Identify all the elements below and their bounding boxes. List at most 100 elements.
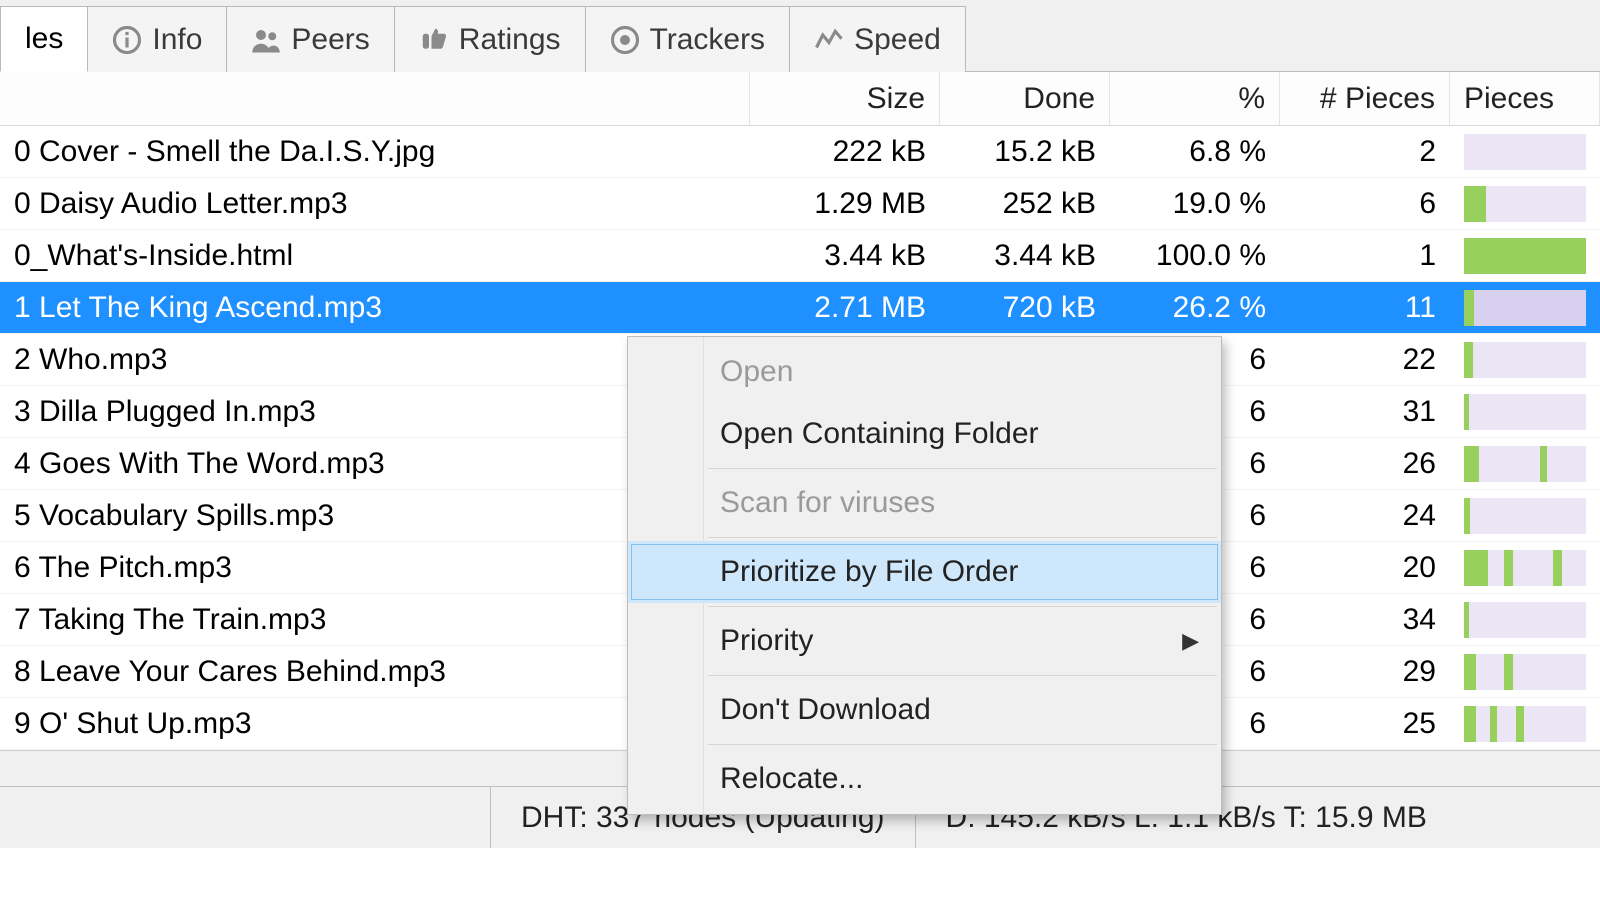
menu-separator <box>708 537 1217 538</box>
cell-npieces: 2 <box>1280 126 1450 177</box>
speed-icon <box>814 25 844 55</box>
cell-pieces <box>1450 178 1600 229</box>
cell-pieces <box>1450 698 1600 749</box>
cell-size: 3.44 kB <box>750 230 940 281</box>
pieces-bar <box>1464 238 1586 274</box>
tab-label: Speed <box>854 23 941 57</box>
pieces-bar <box>1464 394 1586 430</box>
cell-npieces: 1 <box>1280 230 1450 281</box>
col-size[interactable]: Size <box>750 72 940 125</box>
menu-item-label: Priority <box>720 624 813 658</box>
menu-separator <box>708 468 1217 469</box>
files-column-header: Size Done % # Pieces Pieces <box>0 72 1600 126</box>
tab-files[interactable]: les <box>0 6 88 72</box>
menu-item-don-t-download[interactable]: Don't Download <box>628 679 1221 741</box>
tab-label: Trackers <box>650 23 766 57</box>
menu-item-priority[interactable]: Priority ▶ <box>628 610 1221 672</box>
cell-npieces: 26 <box>1280 438 1450 489</box>
pieces-bar <box>1464 654 1586 690</box>
pieces-bar <box>1464 290 1586 326</box>
submenu-arrow-icon: ▶ <box>1182 628 1199 654</box>
tab-speed[interactable]: Speed <box>789 6 966 72</box>
menu-item-label: Prioritize by File Order <box>720 555 1018 589</box>
cell-name: 0_What's-Inside.html <box>0 230 750 281</box>
peers-icon <box>251 25 281 55</box>
ratings-icon <box>419 25 449 55</box>
menu-separator <box>708 606 1217 607</box>
table-row[interactable]: 1 Let The King Ascend.mp32.71 MB720 kB26… <box>0 282 1600 334</box>
pieces-bar <box>1464 498 1586 534</box>
cell-size: 2.71 MB <box>750 282 940 333</box>
cell-npieces: 6 <box>1280 178 1450 229</box>
cell-name: 0 Daisy Audio Letter.mp3 <box>0 178 750 229</box>
cell-done: 15.2 kB <box>940 126 1110 177</box>
menu-item-scan-for-viruses: Scan for viruses <box>628 472 1221 534</box>
menu-item-prioritize-by-file-order[interactable]: Prioritize by File Order <box>628 541 1221 603</box>
cell-pieces <box>1450 386 1600 437</box>
pieces-bar <box>1464 602 1586 638</box>
col-done[interactable]: Done <box>940 72 1110 125</box>
tab-info[interactable]: Info <box>87 6 227 72</box>
menu-item-relocate[interactable]: Relocate... <box>628 748 1221 810</box>
cell-npieces: 20 <box>1280 542 1450 593</box>
pieces-bar <box>1464 446 1586 482</box>
cell-pieces <box>1450 646 1600 697</box>
cell-percent: 100.0 % <box>1110 230 1280 281</box>
table-row[interactable]: 0_What's-Inside.html3.44 kB3.44 kB100.0 … <box>0 230 1600 282</box>
cell-pieces <box>1450 126 1600 177</box>
cell-percent: 19.0 % <box>1110 178 1280 229</box>
menu-item-label: Scan for viruses <box>720 486 935 520</box>
tab-peers[interactable]: Peers <box>226 6 394 72</box>
tab-label: Peers <box>291 23 369 57</box>
cell-npieces: 31 <box>1280 386 1450 437</box>
trackers-icon <box>610 25 640 55</box>
col-percent[interactable]: % <box>1110 72 1280 125</box>
info-icon <box>112 25 142 55</box>
tab-strip: les Info Peers Ratings Trackers Speed <box>0 0 1600 72</box>
cell-pieces <box>1450 542 1600 593</box>
menu-separator <box>708 744 1217 745</box>
cell-npieces: 34 <box>1280 594 1450 645</box>
menu-separator <box>708 675 1217 676</box>
pieces-bar <box>1464 342 1586 378</box>
tab-ratings[interactable]: Ratings <box>394 6 586 72</box>
cell-npieces: 11 <box>1280 282 1450 333</box>
cell-percent: 26.2 % <box>1110 282 1280 333</box>
menu-item-label: Open <box>720 355 793 389</box>
menu-item-open: Open <box>628 341 1221 403</box>
tab-label: Ratings <box>459 23 561 57</box>
cell-npieces: 29 <box>1280 646 1450 697</box>
col-pieces[interactable]: Pieces <box>1450 72 1600 125</box>
cell-percent: 6.8 % <box>1110 126 1280 177</box>
cell-npieces: 22 <box>1280 334 1450 385</box>
tab-label: les <box>25 22 63 56</box>
cell-done: 3.44 kB <box>940 230 1110 281</box>
tab-label: Info <box>152 23 202 57</box>
menu-item-label: Relocate... <box>720 762 863 796</box>
cell-done: 252 kB <box>940 178 1110 229</box>
menu-item-open-containing-folder[interactable]: Open Containing Folder <box>628 403 1221 465</box>
pieces-bar <box>1464 134 1586 170</box>
table-row[interactable]: 0 Daisy Audio Letter.mp31.29 MB252 kB19.… <box>0 178 1600 230</box>
cell-npieces: 24 <box>1280 490 1450 541</box>
cell-name: 0 Cover - Smell the Da.I.S.Y.jpg <box>0 126 750 177</box>
cell-size: 1.29 MB <box>750 178 940 229</box>
pieces-bar <box>1464 186 1586 222</box>
tab-trackers[interactable]: Trackers <box>585 6 791 72</box>
cell-size: 222 kB <box>750 126 940 177</box>
cell-pieces <box>1450 490 1600 541</box>
cell-pieces <box>1450 230 1600 281</box>
cell-pieces <box>1450 438 1600 489</box>
pieces-bar <box>1464 706 1586 742</box>
cell-pieces <box>1450 282 1600 333</box>
status-spacer <box>0 787 490 848</box>
table-row[interactable]: 0 Cover - Smell the Da.I.S.Y.jpg222 kB15… <box>0 126 1600 178</box>
menu-item-label: Open Containing Folder <box>720 417 1039 451</box>
cell-name: 1 Let The King Ascend.mp3 <box>0 282 750 333</box>
menu-item-label: Don't Download <box>720 693 931 727</box>
context-menu: Open Open Containing Folder Scan for virus… <box>627 336 1222 815</box>
col-name[interactable] <box>0 72 750 125</box>
col-npieces[interactable]: # Pieces <box>1280 72 1450 125</box>
cell-pieces <box>1450 594 1600 645</box>
cell-npieces: 25 <box>1280 698 1450 749</box>
